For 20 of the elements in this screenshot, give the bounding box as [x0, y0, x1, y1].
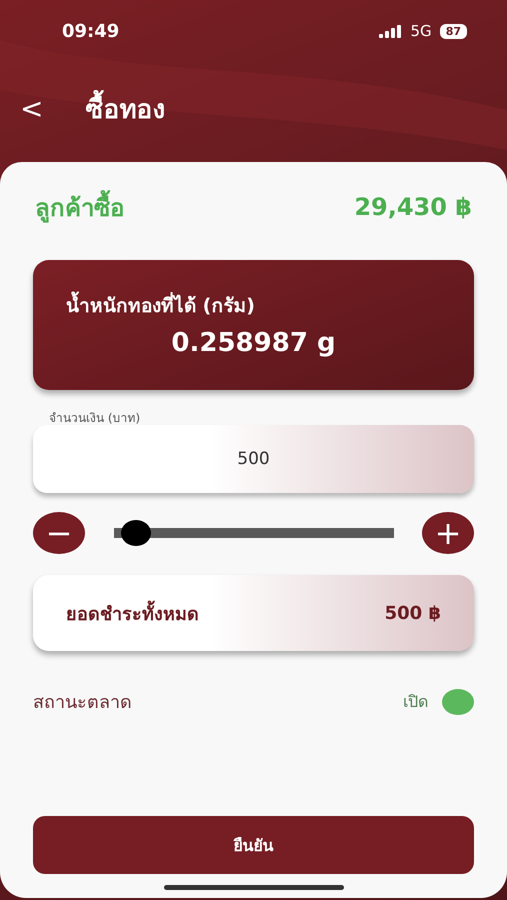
market-status-value: เปิด: [403, 691, 428, 713]
slider-thumb[interactable]: [121, 520, 151, 546]
buy-amount: 29,430 ฿: [354, 193, 472, 221]
customer-buy-label: ลูกค้าซื้อ: [35, 188, 124, 226]
weight-value: 0.258987 g: [171, 328, 336, 358]
minus-button[interactable]: −: [33, 512, 85, 554]
status-time: 09:49: [62, 20, 120, 42]
total-value: 500 ฿: [384, 602, 441, 624]
weight-label: น้ำหนักทองที่ได้ (กรัม): [66, 290, 474, 320]
total-label: ยอดชำระทั้งหมด: [66, 598, 199, 628]
amount-label: จำนวนเงิน (บาท): [49, 410, 142, 427]
network-label: 5G: [410, 22, 432, 40]
page-title: ซื้อทอง: [85, 88, 166, 128]
market-status-label: สถานะตลาด: [33, 691, 132, 715]
confirm-button[interactable]: ยืนยัน: [33, 816, 474, 874]
amount-field[interactable]: 500: [33, 425, 474, 493]
plus-button[interactable]: +: [422, 512, 474, 554]
back-button[interactable]: <: [20, 92, 44, 124]
battery-level: 87: [440, 24, 467, 38]
signal-icon: [378, 24, 403, 38]
